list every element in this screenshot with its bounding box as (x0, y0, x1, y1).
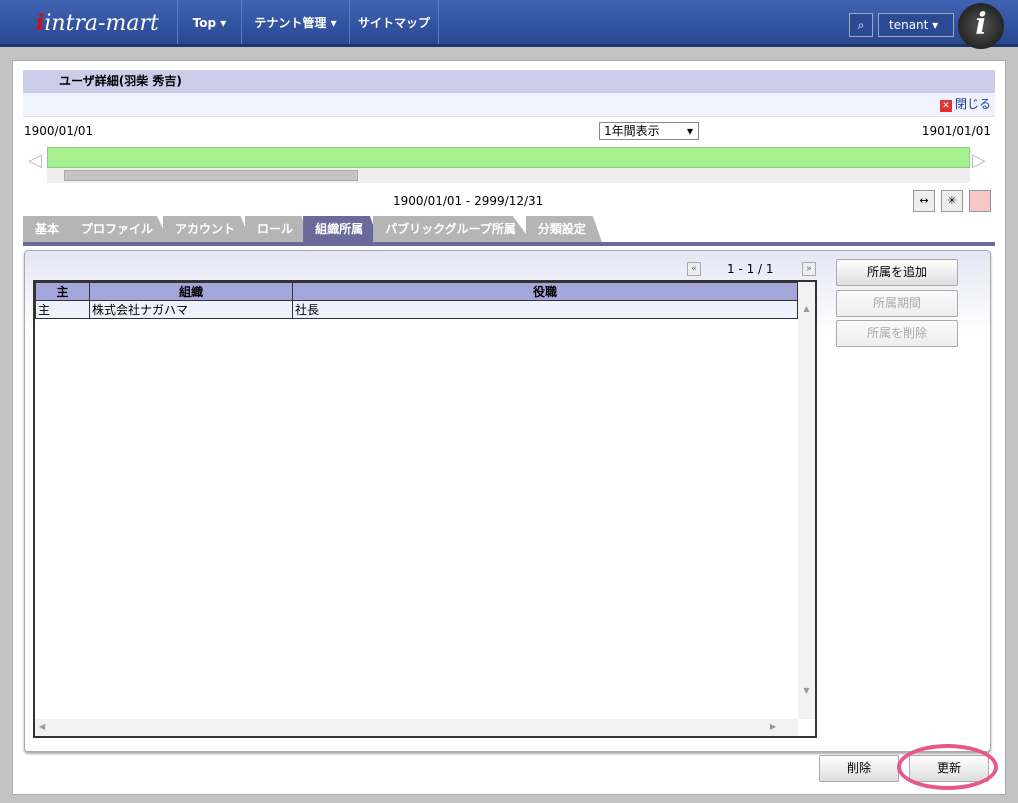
tab-organization[interactable]: 組織所属 (303, 216, 380, 242)
close-link[interactable]: ✕ 閉じる (939, 95, 991, 112)
view-select-value: 1年間表示 (604, 124, 660, 138)
logo-text: intra-mart (44, 11, 159, 36)
dropdown-arrow-icon: ▾ (686, 124, 693, 138)
nav-sitemap[interactable]: サイトマップ (349, 0, 439, 44)
cell-org: 株式会社ナガハマ (89, 300, 293, 319)
cell-position: 社長 (292, 300, 798, 319)
tab-role[interactable]: ロール (245, 216, 310, 242)
highlight-ring (897, 744, 998, 790)
view-select[interactable]: 1年間表示 ▾ (599, 122, 699, 140)
user-menu[interactable]: tenant ▾ (878, 13, 954, 37)
timeline-end: 1901/01/01 (921, 124, 991, 138)
user-name: tenant (889, 18, 929, 32)
split-icon[interactable]: ✳ (941, 190, 963, 212)
remove-affiliation-button[interactable]: 所属を削除 (836, 320, 958, 347)
col-header-position: 役職 (292, 282, 798, 301)
tab-basic[interactable]: 基本 (23, 216, 76, 242)
nav-tenant-admin[interactable]: テナント管理 ▾ (241, 0, 349, 44)
page-title: ユーザ詳細(羽柴 秀吉) (23, 70, 995, 93)
organization-table: 主組織 役職 主株式会社ナガハマ 社長 ▲ ▼ ◀ ▶ (33, 280, 817, 738)
scrollbar-thumb[interactable] (64, 170, 358, 181)
tab-category[interactable]: 分類設定 (525, 216, 602, 242)
timeline-start: 1900/01/01 (24, 124, 94, 138)
search-icon[interactable]: ⌕ (849, 13, 873, 37)
tab-profile[interactable]: プロファイル (69, 216, 170, 242)
delete-button[interactable]: 削除 (819, 755, 899, 782)
expand-icon[interactable]: ↔ (913, 190, 935, 212)
cell-main: 主 (35, 300, 90, 319)
tab-underline (23, 242, 995, 246)
pager-text: 1 - 1 / 1 (727, 262, 774, 276)
col-header-org: 組織 (89, 282, 293, 301)
tab-public-group[interactable]: パブリックグループ所属 (373, 216, 532, 242)
vertical-scrollbar[interactable]: ▲ ▼ (798, 282, 815, 719)
timeline-prev-icon[interactable]: ◁ (28, 150, 42, 171)
add-affiliation-button[interactable]: 所属を追加 (836, 259, 958, 286)
close-icon: ✕ (939, 100, 952, 112)
table-row[interactable]: 主株式会社ナガハマ 社長 (35, 300, 798, 319)
timeline-bar[interactable] (47, 147, 970, 168)
reset-icon[interactable] (969, 190, 991, 212)
nav-top[interactable]: Top ▾ (177, 0, 241, 44)
tab-bar: 基本 プロファイル アカウント ロール 組織所属 パブリックグループ所属 分類設… (23, 216, 602, 242)
close-label: 閉じる (954, 97, 991, 111)
intra-mart-logo[interactable]: iintra-mart (36, 10, 159, 36)
title-subbar (23, 93, 995, 117)
tab-account[interactable]: アカウント (163, 216, 252, 242)
affiliation-period-button[interactable]: 所属期間 (836, 290, 958, 317)
timeline-next-icon[interactable]: ▷ (972, 150, 986, 171)
horizontal-scrollbar[interactable]: ◀ ▶ (35, 719, 798, 736)
col-header-main: 主 (35, 282, 90, 301)
pager-prev-button[interactable]: « (687, 262, 701, 276)
pager-next-button[interactable]: » (802, 262, 816, 276)
date-range: 1900/01/01 - 2999/12/31 (393, 194, 544, 208)
avatar[interactable]: i (958, 3, 1004, 49)
